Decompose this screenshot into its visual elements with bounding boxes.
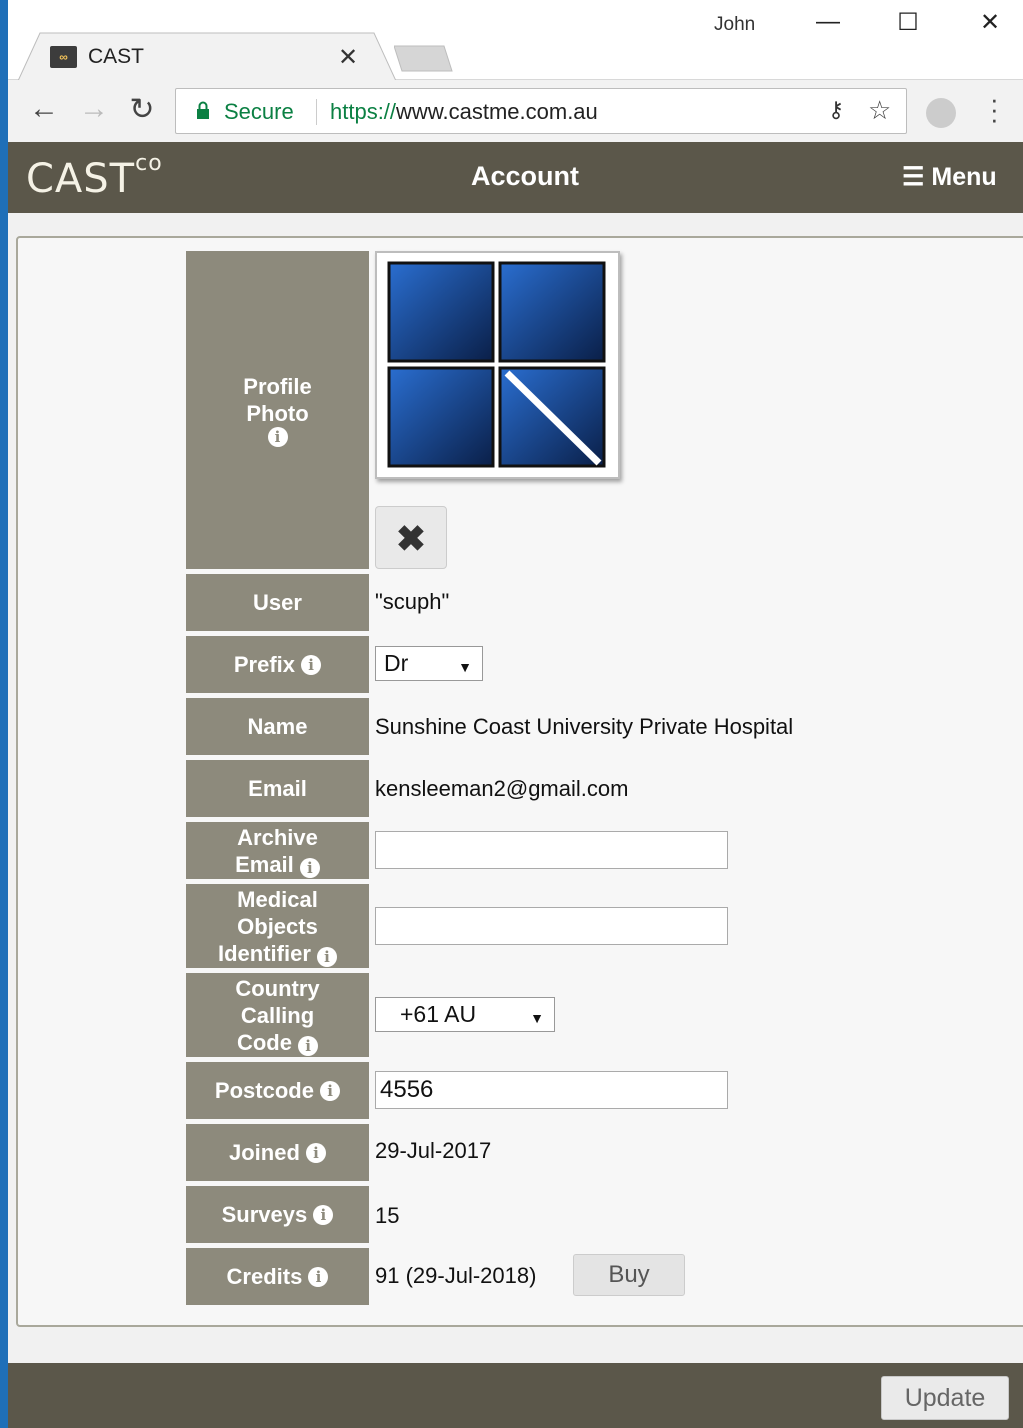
moi-label-line2: Objects <box>237 913 318 939</box>
profile-photo-label: Profile Photo i <box>186 251 369 569</box>
prefix-select[interactable]: Dr ▼ <box>375 646 483 681</box>
country-calling-code-label: Country Calling Code i <box>186 973 369 1057</box>
ccc-label-line3: Code <box>236 1029 292 1055</box>
info-icon[interactable]: i <box>317 946 338 967</box>
prefix-selected-value: Dr <box>384 650 409 676</box>
profile-avatar-icon[interactable] <box>926 98 956 128</box>
ccc-label-line1: Country <box>235 975 320 1001</box>
logo-suffix: co <box>135 150 163 176</box>
prefix-label-text: Prefix <box>233 652 296 677</box>
bookmark-star-icon[interactable]: ☆ <box>868 95 891 126</box>
credits-value: 91 (29-Jul-2018) <box>375 1263 537 1288</box>
info-icon[interactable]: i <box>299 857 320 878</box>
joined-value: 29-Jul-2017 <box>375 1138 492 1163</box>
surveys-value: 15 <box>375 1203 400 1228</box>
menu-label: Menu <box>931 163 997 191</box>
info-icon[interactable]: i <box>313 1204 334 1225</box>
tab-title: CAST <box>88 45 145 68</box>
address-bar[interactable]: Secure https://www.castme.com.au ⚷ ☆ <box>175 88 907 134</box>
maximize-icon[interactable]: ☐ <box>888 8 928 37</box>
close-icon: ✖ <box>395 518 427 559</box>
reload-icon[interactable]: ↻ <box>124 92 160 127</box>
secure-label: Secure <box>224 99 294 124</box>
user-value: "scuph" <box>375 589 450 614</box>
info-icon[interactable]: i <box>308 1266 329 1287</box>
url-host: www.castme.com.au <box>396 99 598 124</box>
page-title: Account <box>471 161 579 191</box>
ccc-selected-value: +61 AU <box>400 1001 477 1027</box>
name-value: Sunshine Coast University Private Hospit… <box>375 714 794 739</box>
surveys-label: Surveys i <box>186 1186 369 1243</box>
update-button[interactable]: Update <box>881 1376 1009 1420</box>
credits-label-text: Credits <box>226 1264 303 1289</box>
archive-email-input[interactable] <box>375 831 728 869</box>
profile-photo-label-line2: Photo <box>246 401 309 426</box>
credits-label: Credits i <box>186 1248 369 1305</box>
lock-icon <box>197 101 209 119</box>
info-icon[interactable]: i <box>306 1142 327 1163</box>
forward-arrow-icon[interactable]: → <box>76 92 112 126</box>
archive-email-label: Archive Email i <box>186 822 369 879</box>
profile-photo-label-line1: Profile <box>243 374 312 399</box>
key-icon[interactable]: ⚷ <box>828 97 844 123</box>
info-icon[interactable]: i <box>320 1080 341 1101</box>
prefix-label: Prefix i <box>186 636 369 693</box>
url-text[interactable]: https://www.castme.com.au <box>330 99 598 125</box>
dropdown-arrow-icon: ▼ <box>530 1010 544 1026</box>
moi-label-line3: Identifier <box>217 940 311 966</box>
moi-label-line1: Medical <box>237 886 318 912</box>
page-footer: Update <box>8 1363 1023 1428</box>
menu-button[interactable]: ☰ Menu <box>902 162 997 192</box>
info-icon[interactable]: i <box>267 427 288 447</box>
url-scheme: https:// <box>330 99 397 124</box>
archive-email-label-line2: Email <box>235 851 294 877</box>
archive-email-label-line1: Archive <box>237 824 318 850</box>
more-options-icon[interactable]: · · · <box>990 86 999 132</box>
info-icon[interactable]: i <box>301 654 322 675</box>
site-header: CASTco Account ☰ Menu <box>8 142 1023 213</box>
dropdown-arrow-icon: ▼ <box>458 659 472 675</box>
remove-photo-button[interactable]: ✖ <box>375 506 447 569</box>
profile-photo-image <box>377 253 618 477</box>
user-label: User <box>186 574 369 631</box>
close-window-icon[interactable]: ✕ <box>970 8 1010 37</box>
postcode-label: Postcode i <box>186 1062 369 1119</box>
hamburger-icon: ☰ <box>902 163 925 191</box>
browser-toolbar: ← → ↻ Secure https://www.castme.com.au ⚷… <box>8 80 1023 142</box>
postcode-label-text: Postcode <box>214 1078 314 1103</box>
name-label: Name <box>186 698 369 755</box>
medical-objects-identifier-label: Medical Objects Identifier i <box>186 884 369 968</box>
title-bar: ∞ CAST ✕ John — ☐ ✕ <box>8 0 1023 81</box>
email-label: Email <box>186 760 369 817</box>
email-value: kensleeman2@gmail.com <box>375 776 629 801</box>
surveys-label-text: Surveys <box>221 1202 308 1227</box>
info-icon[interactable]: i <box>298 1035 319 1056</box>
browser-window: ∞ CAST ✕ John — ☐ ✕ ← → ↻ Secure https:/… <box>8 0 1023 142</box>
buy-button[interactable]: Buy <box>573 1254 685 1296</box>
window-user-name[interactable]: John <box>714 14 755 36</box>
country-calling-code-select[interactable]: +61 AU ▼ <box>375 997 555 1032</box>
address-separator <box>316 99 317 125</box>
ccc-label-line2: Calling <box>240 1002 315 1028</box>
medical-objects-identifier-input[interactable] <box>375 907 728 945</box>
tab-close-icon[interactable]: ✕ <box>338 43 358 72</box>
joined-label-text: Joined <box>228 1140 300 1165</box>
new-tab-button[interactable] <box>394 44 454 72</box>
postcode-input[interactable]: 4556 <box>375 1071 728 1109</box>
cast-favicon-icon: ∞ <box>50 46 77 68</box>
back-arrow-icon[interactable]: ← <box>26 92 62 126</box>
cast-logo[interactable]: CASTco <box>26 151 163 202</box>
minimize-icon[interactable]: — <box>808 8 848 36</box>
joined-label: Joined i <box>186 1124 369 1181</box>
logo-text: CAST <box>26 156 136 202</box>
profile-photo[interactable] <box>375 251 620 479</box>
